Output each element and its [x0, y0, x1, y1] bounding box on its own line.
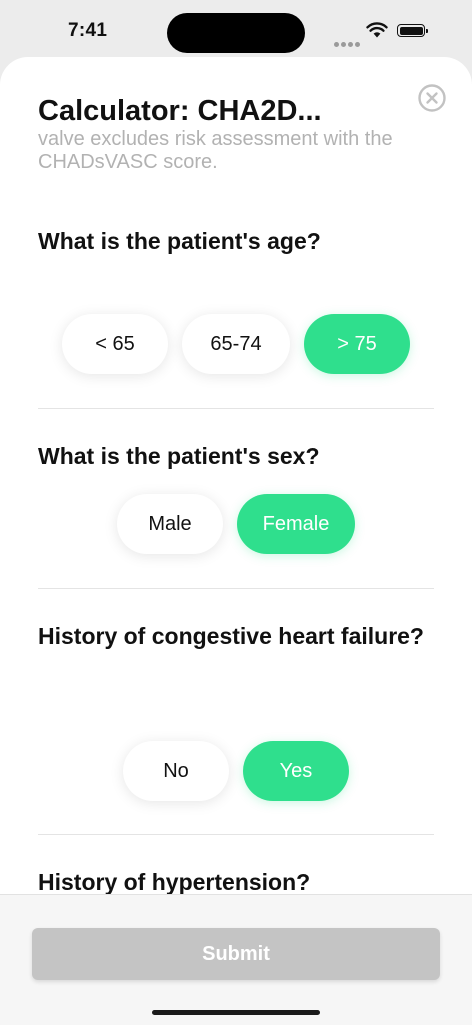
- age-option-under-65[interactable]: < 65: [62, 314, 168, 374]
- battery-icon: [397, 24, 428, 37]
- dynamic-island: [167, 13, 305, 53]
- question-age: What is the patient's age?: [38, 228, 321, 254]
- page-title: Calculator: CHA2D...: [38, 95, 322, 127]
- calculator-sheet: Calculator: CHA2D... valve excludes risk…: [0, 57, 472, 1024]
- divider: [38, 408, 434, 409]
- question-chf: History of congestive heart failure?: [38, 623, 424, 649]
- status-bar: 7:41: [0, 0, 472, 60]
- chf-option-no[interactable]: No: [123, 741, 229, 801]
- divider: [38, 834, 434, 835]
- age-option-over-75[interactable]: > 75: [304, 314, 410, 374]
- sex-option-male[interactable]: Male: [117, 494, 223, 554]
- chf-options: No Yes: [0, 741, 472, 801]
- question-sex: What is the patient's sex?: [38, 443, 320, 469]
- sex-option-female[interactable]: Female: [237, 494, 355, 554]
- age-options: < 65 65-74 > 75: [0, 314, 472, 374]
- divider: [38, 588, 434, 589]
- page-subtitle: valve excludes risk assessment with the …: [38, 128, 393, 173]
- home-indicator[interactable]: [152, 1010, 320, 1015]
- sex-options: Male Female: [0, 494, 472, 554]
- chf-option-yes[interactable]: Yes: [243, 741, 349, 801]
- wifi-icon: [366, 22, 388, 38]
- bottom-bar: Submit: [0, 894, 472, 1025]
- close-icon[interactable]: [417, 83, 447, 113]
- submit-button[interactable]: Submit: [32, 928, 440, 980]
- age-option-65-74[interactable]: 65-74: [182, 314, 290, 374]
- cellular-signal-icon: [334, 34, 362, 52]
- status-time: 7:41: [68, 20, 108, 41]
